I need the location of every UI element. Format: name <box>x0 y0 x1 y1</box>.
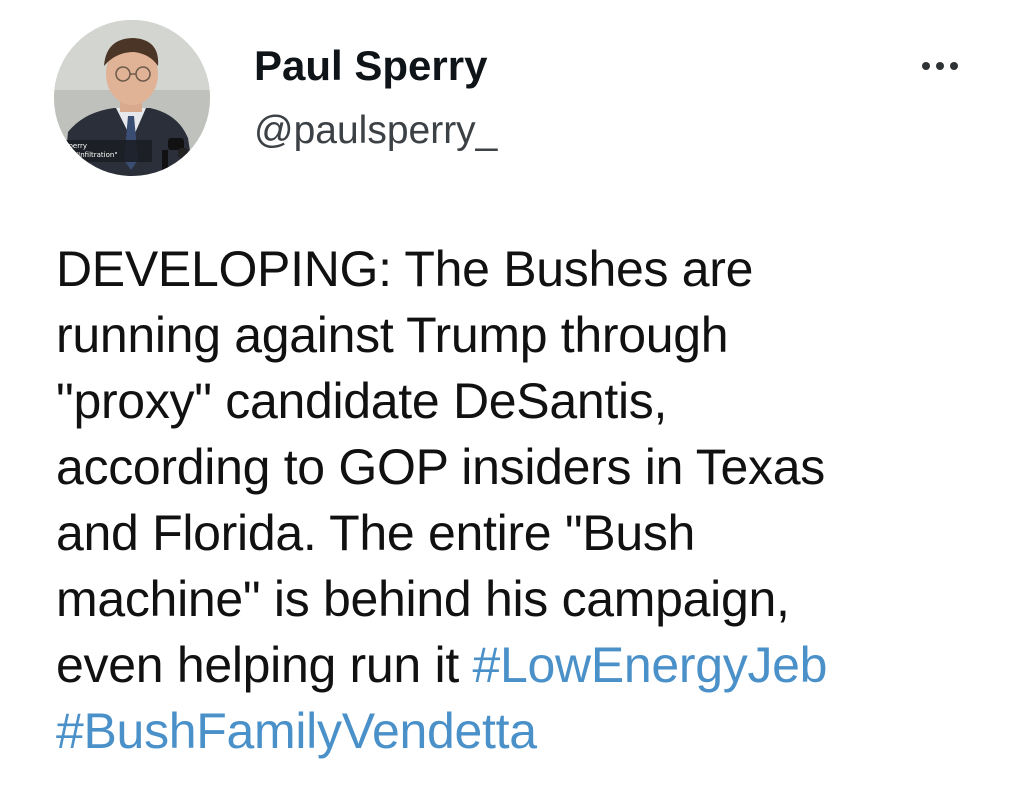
more-horizontal-icon <box>919 62 961 70</box>
tweet-line-text: according to GOP insiders in Texas <box>56 439 825 495</box>
tweet-line: running against Trump through <box>56 302 976 368</box>
hashtag-lowenergyjeb[interactable]: #LowEnergyJeb <box>473 637 828 693</box>
tweet-card: Sperry on "Infiltration" Paul Sperry @pa… <box>0 0 1024 794</box>
tweet-line: #BushFamilyVendetta <box>56 698 976 764</box>
author-block: Paul Sperry @paulsperry_ <box>254 40 497 154</box>
tweet-text: DEVELOPING: The Bushes are running again… <box>56 236 976 764</box>
avatar-caption-subtitle: on "Infiltration" <box>64 151 118 159</box>
tweet-line-text: machine" is behind his campaign, <box>56 571 790 627</box>
more-options-button[interactable] <box>912 48 968 84</box>
avatar-caption-name: Sperry <box>64 142 87 150</box>
tweet-line-text: and Florida. The entire "Bush <box>56 505 696 561</box>
tweet-line: and Florida. The entire "Bush <box>56 500 976 566</box>
tweet-line-text: DEVELOPING: The Bushes are <box>56 241 754 297</box>
tweet-line: machine" is behind his campaign, <box>56 566 976 632</box>
tweet-line: DEVELOPING: The Bushes are <box>56 236 976 302</box>
tweet-line: according to GOP insiders in Texas <box>56 434 976 500</box>
author-avatar[interactable]: Sperry on "Infiltration" <box>54 20 210 176</box>
tweet-line: even helping run it #LowEnergyJeb <box>56 632 976 698</box>
tweet-line: "proxy" candidate DeSantis, <box>56 368 976 434</box>
author-handle[interactable]: @paulsperry_ <box>254 108 497 154</box>
tweet-line-text: even helping run it <box>56 637 473 693</box>
tweet-line-text: running against Trump through <box>56 307 729 363</box>
hashtag-bushfamilyvendetta[interactable]: #BushFamilyVendetta <box>56 703 537 759</box>
author-display-name[interactable]: Paul Sperry <box>254 40 497 92</box>
tweet-line-text: "proxy" candidate DeSantis, <box>56 373 668 429</box>
